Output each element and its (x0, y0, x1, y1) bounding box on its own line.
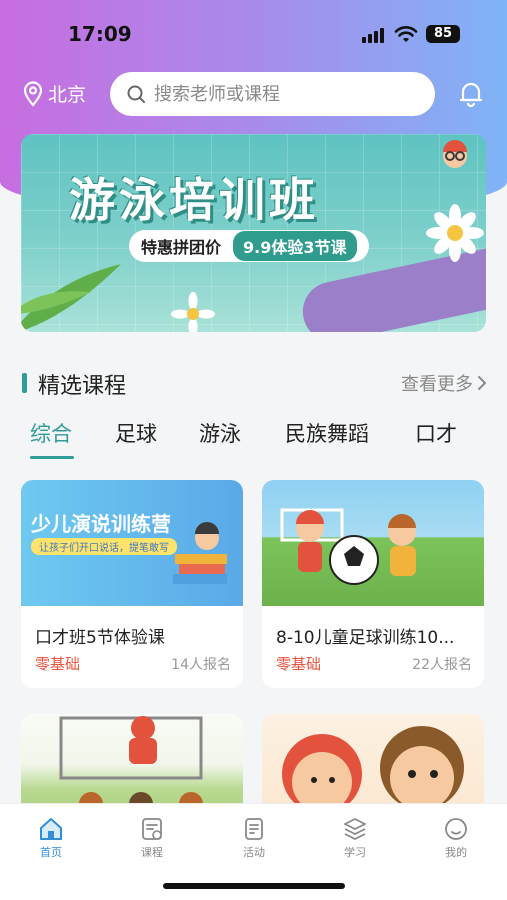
location-label: 北京 (48, 84, 87, 106)
battery-indicator: 85 (426, 25, 460, 43)
promo-price-label: 特惠拼团价 (141, 238, 222, 257)
course-card[interactable]: 8-10儿童足球训练10... 零基础 22人报名 (262, 480, 484, 688)
home-icon (40, 818, 62, 840)
flower-icon (171, 292, 215, 332)
signal-icon (362, 28, 384, 43)
books-illustration-icon (173, 522, 227, 584)
nav-activity[interactable]: 活动 (224, 816, 284, 860)
location-pin-icon (23, 80, 43, 107)
nav-courses-label: 课程 (141, 846, 163, 859)
nav-study[interactable]: 学习 (325, 816, 385, 860)
status-time: 17:09 (68, 22, 132, 46)
section-header: 精选课程 查看更多 (22, 368, 487, 399)
course-enroll-count: 22人报名 (412, 657, 472, 673)
section-accent-bar (22, 373, 27, 393)
nav-profile[interactable]: 我的 (426, 816, 486, 860)
course-image-subtitle: 让孩子们开口说话，提笔敢写 (31, 538, 177, 555)
search-bar[interactable] (110, 72, 435, 116)
promo-offer-label: 9.9体验3节课 (233, 231, 357, 261)
home-indicator (163, 883, 345, 889)
search-input[interactable] (154, 83, 414, 105)
course-title: 8-10儿童足球训练10... (276, 628, 455, 648)
study-icon (344, 818, 366, 840)
course-level-tag: 零基础 (276, 655, 322, 673)
course-image (262, 480, 484, 606)
nav-home[interactable]: 首页 (21, 816, 81, 860)
tab-folk-dance[interactable]: 民族舞蹈 (285, 418, 369, 448)
banner-promo: 特惠拼团价 9.9体验3节课 (129, 230, 369, 262)
course-level-tag: 零基础 (35, 655, 81, 673)
football-illustration-icon (280, 508, 416, 585)
nav-courses[interactable]: 课程 (122, 816, 182, 860)
promo-banner[interactable]: 游泳培训班 特惠拼团价 9.9体验3节课 (21, 134, 486, 332)
banner-title: 游泳培训班 (69, 173, 319, 227)
tab-comprehensive[interactable]: 综合 (30, 418, 72, 448)
nav-profile-label: 我的 (445, 846, 467, 859)
activity-icon (245, 818, 263, 840)
tab-swimming[interactable]: 游泳 (199, 418, 241, 448)
active-tab-indicator (30, 456, 74, 459)
nav-study-label: 学习 (344, 846, 366, 859)
leaf-decoration-icon (21, 264, 121, 332)
course-image-title: 少儿演说训练营 (31, 512, 171, 536)
tab-football[interactable]: 足球 (115, 418, 157, 448)
course-title: 口才班5节体验课 (35, 628, 165, 648)
course-icon (142, 818, 162, 840)
top-bar: 北京 (0, 72, 507, 116)
chevron-right-icon (478, 376, 486, 390)
tab-eloquence[interactable]: 口才 (415, 418, 457, 448)
section-title: 精选课程 (38, 374, 127, 399)
location-selector[interactable]: 北京 (22, 80, 86, 107)
category-tabs: 综合 足球 游泳 民族舞蹈 口才 (0, 418, 507, 462)
nav-home-label: 首页 (40, 846, 62, 859)
nav-activity-label: 活动 (243, 846, 265, 859)
flower-icon (426, 204, 484, 262)
see-more-link[interactable]: 查看更多 (401, 370, 487, 396)
course-image: 少儿演说训练营 让孩子们开口说话，提笔敢写 (21, 480, 243, 606)
wifi-icon (394, 26, 418, 42)
course-card[interactable]: 少儿演说训练营 让孩子们开口说话，提笔敢写 口才班5节体验课 零基础 14人报名 (21, 480, 243, 688)
swimmer-icon (443, 140, 467, 168)
bell-icon[interactable] (458, 80, 484, 108)
search-icon (127, 85, 145, 103)
see-more-label: 查看更多 (401, 374, 473, 395)
course-enroll-count: 14人报名 (171, 657, 231, 673)
profile-icon (445, 818, 467, 840)
status-bar: 17:09 85 (0, 22, 507, 52)
